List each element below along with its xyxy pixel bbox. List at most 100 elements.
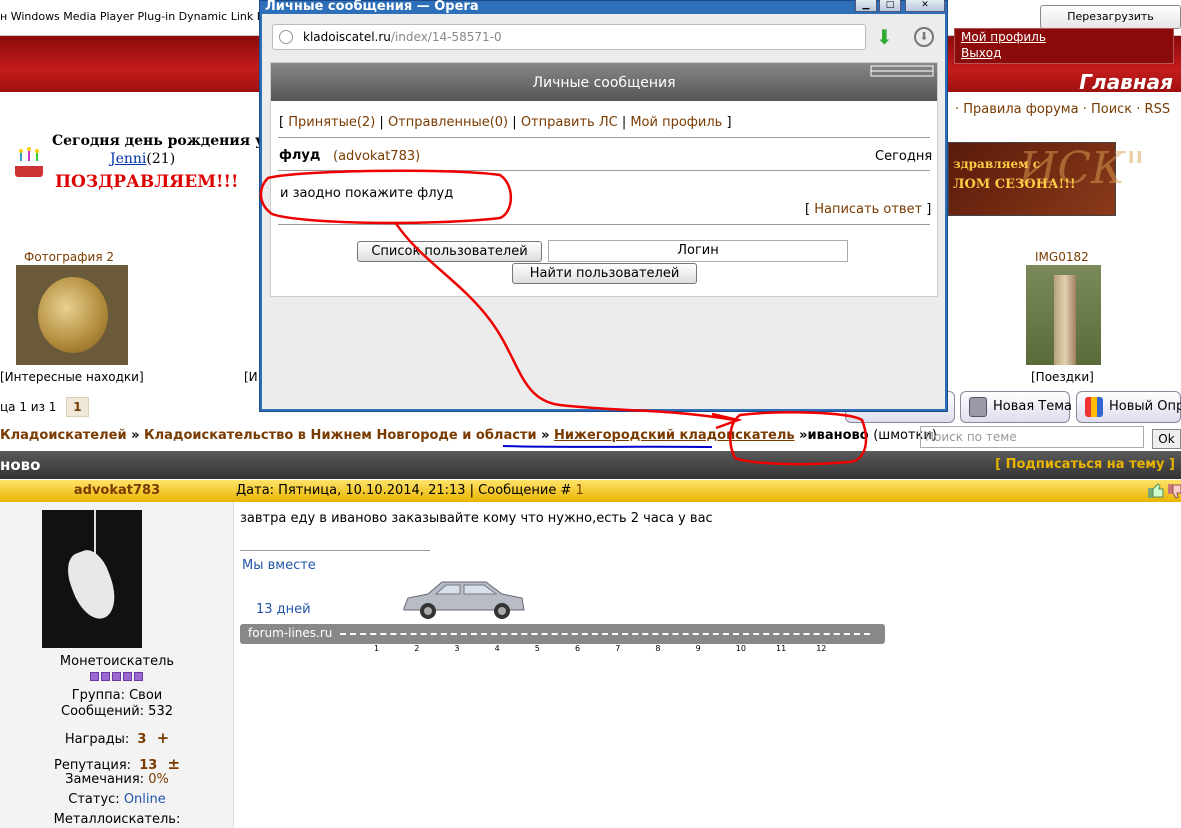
download-arrow-icon[interactable]: ⬇ [876,26,896,48]
avatar [42,510,142,648]
post-date: Дата: Пятница, 10.10.2014, 21:13 | Сообщ… [236,483,572,498]
post-number[interactable]: 1 [576,483,584,498]
birthday-title: Сегодня день рождения у: [52,133,270,149]
awards-label: Награды: [64,732,130,747]
pm-sender[interactable]: (advokat783) [333,149,420,164]
topic-search-ok-button[interactable]: Ok [1152,429,1181,449]
sig-tick: 6 [575,644,581,653]
pm-reply-link[interactable]: Написать ответ [814,202,922,217]
photo-category-2[interactable]: [Поездки] [1031,370,1094,384]
rep-label: Репутация: [53,758,132,773]
pm-received-count: (2) [356,115,376,130]
new-poll-button[interactable]: Новый Опрос [1076,391,1181,423]
change-rep-icon[interactable]: ± [167,755,180,773]
users-list-button[interactable]: Список пользователей [357,241,542,262]
user-remarks: Замечания: 0% [0,772,234,787]
pm-nav: [ Принятые(2) | Отправленные(0) | Отправ… [279,115,732,130]
season-banner[interactable]: ИСК" здравляем с ЛОМ СЕЗОНА!!! [948,142,1145,216]
reload-page-button[interactable]: Перезагрузить страницу [1040,5,1181,45]
pm-sent-label: Отправленные [387,115,490,130]
pm-received-link[interactable]: Принятые(2) [288,115,375,130]
maximize-button[interactable]: □ [879,0,901,12]
minimize-button[interactable]: ▁ [855,0,877,12]
forum-nav-links[interactable]: · Правила форума · Поиск · RSS [955,102,1170,117]
signature-widget[interactable]: Мы вместе 13 дней forum-lines.ru 1234567… [240,558,885,653]
birthday-user-link[interactable]: Jenni [110,151,146,167]
pager-current[interactable]: 1 [66,397,89,417]
new-poll-label: Новый Опрос [1109,399,1181,414]
new-topic-button[interactable]: Новая Тема [960,391,1072,423]
user-menu: Мой профиль Выход [954,28,1174,64]
find-users-button[interactable]: Найти пользователей [512,263,697,284]
pm-nav-sep: | [621,115,627,130]
banner-line1: здравляем с [953,157,1041,171]
pm-nav-sep: | [512,115,517,130]
status-label: Статус: [68,792,120,807]
photo-category-partial[interactable]: [И [244,370,258,384]
photo-category-1[interactable]: [Интересные находки] [0,370,144,384]
photo-caption-2[interactable]: IMG0182 [1035,250,1089,264]
annotation-underline [502,445,713,448]
banner-line2: ЛОМ СЕЗОНА!!! [953,177,1076,192]
my-profile-link[interactable]: Мой профиль [961,29,1173,45]
rep-value[interactable]: 13 [139,758,157,773]
login-input[interactable]: Логин [548,240,848,262]
sig-tick: 8 [655,644,661,653]
pm-divider [278,170,930,171]
sig-tick: 2 [414,644,420,653]
pagination: ца 1 из 1 1 [0,397,89,417]
sig-tick: 12 [816,644,827,653]
thumbs-icons[interactable] [1146,482,1181,500]
sig-tick: 11 [776,644,787,653]
post-author[interactable]: advokat783 [0,480,234,502]
home-link[interactable]: Главная [1079,70,1173,94]
user-status: Статус: Online [0,792,234,807]
road-dash [340,633,870,635]
pm-message-text: и заодно покажите флуд [280,186,454,201]
tree-photo[interactable] [1026,265,1101,365]
post-meta: Дата: Пятница, 10.10.2014, 21:13 | Сообщ… [236,480,584,502]
birthday-age: (21) [146,151,176,167]
url-path: /index/14-58571-0 [390,30,502,44]
signature-divider [240,550,430,551]
add-award-icon[interactable]: + [157,729,170,747]
photo-caption-1[interactable]: Фотография 2 [24,250,114,264]
pm-sent-link[interactable]: Отправленные(0) [388,115,508,130]
topic-search-input[interactable]: Поиск по теме [920,426,1144,448]
pm-header: Личные сообщения [271,63,937,101]
pm-send-link[interactable]: Отправить ЛС [521,115,618,130]
pm-divider [278,224,930,225]
pm-divider [278,137,930,138]
downloads-icon[interactable]: ⬇ [914,27,934,47]
sig-road: forum-lines.ru [240,624,885,644]
address-bar[interactable]: kladoiscatel.ru/index/14-58571-0 [272,24,866,50]
new-topic-icon [969,396,987,417]
pm-subject[interactable]: флуд [279,148,320,163]
sig-tick: 5 [534,644,540,653]
sig-tick: 1 [374,644,380,653]
birthday-congrats: ПОЗДРАВЛЯЕМ!!! [55,172,239,192]
car-icon [403,581,525,619]
close-button[interactable]: ✕ [905,0,945,12]
rank-stars [90,670,145,682]
breadcrumb-subforum[interactable]: Нижегородский кладоискатель [554,428,795,443]
topic-title: ново [0,456,41,474]
pm-profile-link[interactable]: Мой профиль [630,115,722,130]
subscribe-link[interactable]: [ Подписаться на тему ] [995,451,1175,479]
site-info-icon[interactable] [279,30,293,44]
pm-received-label: Принятые [288,115,357,130]
logout-link[interactable]: Выход [961,45,1173,61]
tree-image [1054,275,1076,365]
coin-photo[interactable] [16,265,128,365]
sig-tick: 10 [735,644,746,653]
pm-nav-sep: | [379,115,384,130]
breadcrumb-forum[interactable]: Кладоискателей [0,428,127,443]
sig-site: forum-lines.ru [248,626,333,640]
sig-tick: 3 [454,644,460,653]
sig-tick: 9 [695,644,701,653]
user-group: Группа: Свои [71,688,163,703]
pm-reply: [ Написать ответ ] [805,202,932,217]
breadcrumb-section[interactable]: Кладоискательство в Нижнем Новгороде и о… [144,428,537,443]
annotation-arrowhead [711,412,743,430]
awards-count[interactable]: 3 [137,732,146,747]
